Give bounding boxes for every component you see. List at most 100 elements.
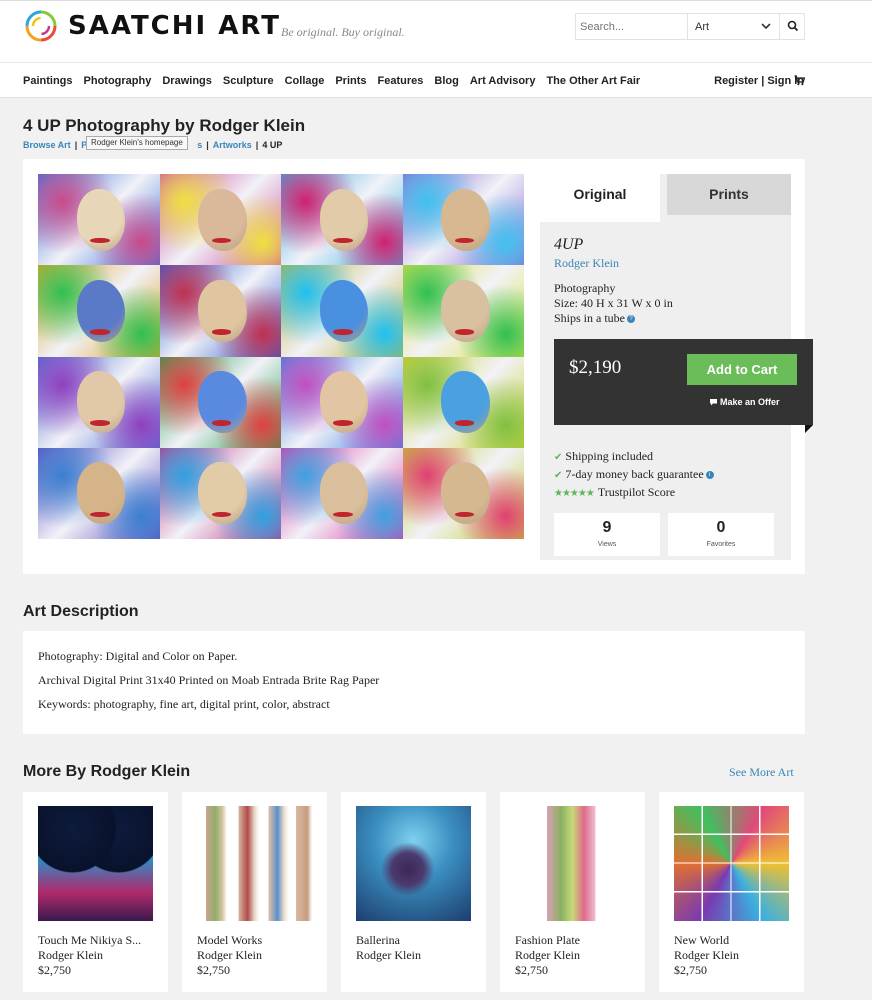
search-button[interactable]	[779, 14, 805, 39]
nav-item-paintings[interactable]: Paintings	[23, 75, 73, 87]
favorites-count: 0	[716, 519, 726, 536]
breadcrumb-browse-art[interactable]: Browse Art	[23, 140, 71, 150]
artwork-tile	[159, 356, 281, 448]
search-icon	[787, 20, 799, 32]
tab-prints[interactable]: Prints	[667, 174, 791, 215]
related-artwork-artist[interactable]: Rodger Klein	[356, 948, 421, 963]
site-header: SAATCHI ART Be original. Buy original. A…	[0, 0, 872, 62]
related-artwork-price: $2,750	[515, 963, 548, 977]
breadcrumb-separator: |	[206, 140, 209, 150]
artwork-name: 4UP	[554, 236, 584, 253]
add-to-cart-button[interactable]: Add to Cart	[687, 354, 797, 385]
cart-icon[interactable]	[794, 75, 805, 86]
see-more-link[interactable]: See More Art	[729, 765, 794, 780]
check-icon: ✔	[554, 470, 563, 481]
breadcrumb-artworks[interactable]: Artworks	[213, 140, 252, 150]
related-artwork-price: $2,750	[38, 963, 71, 977]
artwork-lips	[90, 329, 110, 335]
nav-item-features[interactable]: Features	[378, 75, 424, 87]
artwork-tile	[402, 265, 524, 357]
related-artwork-card[interactable]: Touch Me Nikiya S... Rodger Klein $2,750	[23, 792, 168, 992]
info-icon[interactable]: i	[705, 471, 714, 480]
nav-item-blog[interactable]: Blog	[434, 75, 458, 87]
description-line: Archival Digital Print 31x40 Printed on …	[38, 673, 380, 687]
artwork-size: Size: 40 H x 31 W x 0 in	[554, 296, 673, 310]
artwork-image[interactable]	[38, 174, 524, 539]
related-artwork-price: $2,750	[674, 963, 707, 977]
benefit-guarantee-text: 7-day money back guarantee	[565, 467, 704, 481]
artwork-tile	[38, 174, 160, 266]
artwork-tile	[281, 174, 403, 266]
tab-original[interactable]: Original	[540, 174, 660, 222]
register-signin-link[interactable]: Register | Sign In	[714, 75, 804, 87]
favorites-stat[interactable]: 0 Favorites	[668, 513, 774, 556]
nav-item-art-advisory[interactable]: Art Advisory	[470, 75, 536, 87]
nav-item-other-art-fair[interactable]: The Other Art Fair	[546, 75, 640, 87]
logo-text[interactable]: SAATCHI ART	[68, 11, 281, 41]
views-count: 9	[602, 519, 612, 536]
artwork-lips	[90, 420, 110, 426]
artwork-tile	[159, 447, 281, 539]
artwork-lips	[90, 511, 110, 518]
artist-link[interactable]: Rodger Klein	[554, 256, 619, 271]
artist-homepage-tooltip: Rodger Klein's homepage	[86, 136, 188, 150]
artwork-tile	[402, 447, 524, 539]
related-artwork-artist[interactable]: Rodger Klein	[515, 948, 580, 963]
breadcrumb-current: 4 UP	[262, 140, 283, 150]
price-box-fold	[805, 425, 813, 433]
nav-item-prints[interactable]: Prints	[335, 75, 366, 87]
artwork-lips	[454, 511, 475, 518]
make-offer-label: Make an Offer	[720, 397, 780, 407]
related-artwork-title[interactable]: Ballerina	[356, 933, 400, 948]
related-artwork-artist[interactable]: Rodger Klein	[674, 948, 739, 963]
tagline: Be original. Buy original.	[281, 25, 405, 39]
benefit-guarantee: ✔ 7-day money back guarantee i	[554, 467, 714, 482]
chevron-down-icon	[761, 23, 771, 30]
breadcrumb-artist[interactable]: s	[197, 140, 202, 150]
artwork-lips	[333, 420, 353, 426]
artwork-lips	[454, 420, 475, 426]
main-nav: Paintings Photography Drawings Sculpture…	[0, 62, 872, 98]
description-card: Photography: Digital and Color on Paper.…	[23, 631, 805, 734]
related-artwork-card[interactable]: Ballerina Rodger Klein	[341, 792, 486, 992]
make-offer-link[interactable]: Make an Offer	[709, 397, 780, 407]
shipping-info: Ships in a tube?	[554, 311, 635, 326]
logo-mark-icon[interactable]	[24, 9, 58, 43]
description-line: Keywords: photography, fine art, digital…	[38, 697, 330, 711]
question-icon[interactable]: ?	[627, 315, 635, 324]
related-artwork-card[interactable]: Model Works Rodger Klein $2,750	[182, 792, 327, 992]
artwork-tile	[159, 174, 281, 266]
search-category-value: Art	[695, 21, 710, 33]
description-line: Photography: Digital and Color on Paper.	[38, 649, 238, 663]
related-artwork-title[interactable]: Fashion Plate	[515, 933, 580, 948]
related-artwork-card[interactable]: New World Rodger Klein $2,750	[659, 792, 804, 992]
related-artwork-price: $2,750	[197, 963, 230, 977]
related-artwork-artist[interactable]: Rodger Klein	[197, 948, 262, 963]
benefit-trustpilot-text: Trustpilot Score	[597, 485, 676, 499]
related-artwork-card[interactable]: Fashion Plate Rodger Klein $2,750	[500, 792, 645, 992]
related-artwork-artist[interactable]: Rodger Klein	[38, 948, 103, 963]
benefit-trustpilot[interactable]: ★★★★★ Trustpilot Score	[554, 485, 675, 500]
search-category-select[interactable]: Art	[687, 14, 779, 39]
related-artwork-thumbnail[interactable]	[356, 806, 471, 921]
artwork-lips	[333, 329, 353, 335]
benefit-shipping: ✔ Shipping included	[554, 449, 653, 464]
nav-item-drawings[interactable]: Drawings	[162, 75, 212, 87]
check-icon: ✔	[554, 452, 563, 463]
artwork-lips	[454, 329, 475, 335]
related-artwork-title[interactable]: Model Works	[197, 933, 262, 948]
artwork-tile	[38, 356, 160, 448]
favorites-label: Favorites	[706, 541, 736, 548]
related-artwork-thumbnail[interactable]	[38, 806, 153, 921]
related-artwork-title[interactable]: Touch Me Nikiya S...	[38, 933, 141, 948]
artwork-tile	[281, 447, 403, 539]
related-artwork-thumbnail[interactable]	[197, 806, 312, 921]
related-artwork-thumbnail[interactable]	[515, 806, 630, 921]
related-artwork-thumbnail[interactable]	[674, 806, 789, 921]
nav-item-photography[interactable]: Photography	[84, 75, 152, 87]
nav-item-sculpture[interactable]: Sculpture	[223, 75, 274, 87]
related-artwork-title[interactable]: New World	[674, 933, 729, 948]
search-input[interactable]	[580, 18, 680, 36]
price-box: $2,190 Add to Cart Make an Offer	[554, 339, 813, 425]
nav-item-collage[interactable]: Collage	[285, 75, 325, 87]
